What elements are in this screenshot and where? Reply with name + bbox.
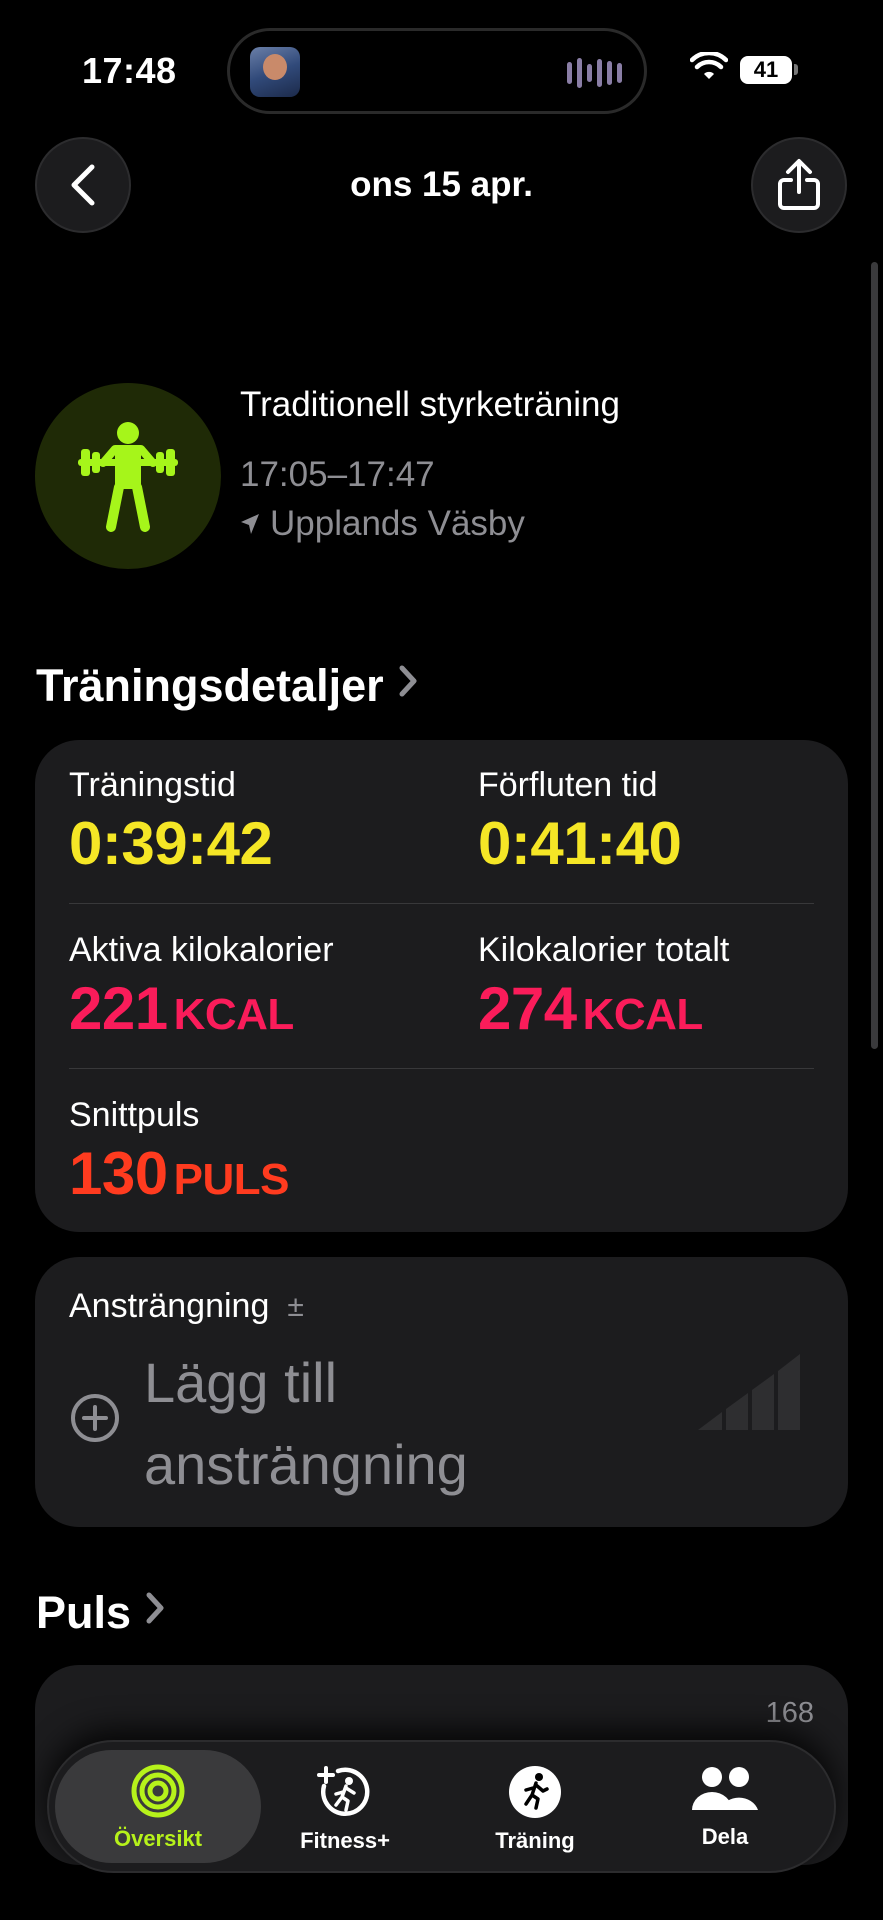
training-details-card[interactable]: Träningstid 0:39:42 Förfluten tid 0:41:4…: [35, 740, 848, 1232]
metric-value: 0:39:42: [69, 810, 273, 877]
metric-label: Snittpuls: [69, 1096, 200, 1134]
pulse-axis-max: 168: [765, 1697, 814, 1729]
pulse-header[interactable]: Puls: [36, 1587, 165, 1639]
metric-value: 274: [478, 975, 577, 1042]
tab-fitness-plus[interactable]: Fitness+: [245, 1750, 445, 1863]
tab-bar: Översikt Fitness+ Träning Dela: [47, 1740, 836, 1873]
running-icon: [509, 1766, 561, 1818]
tab-label: Träning: [495, 1828, 575, 1853]
effort-label: Ansträngning ±: [69, 1287, 304, 1326]
wifi-icon: [689, 50, 729, 87]
metric-avg-heart-rate: Snittpuls 130 PULS: [69, 1096, 289, 1208]
location-text: Upplands Väsby: [270, 504, 525, 543]
chevron-right-icon: [145, 1591, 165, 1635]
metric-elapsed-time: Förfluten tid 0:41:40: [478, 766, 682, 878]
metric-value-row: 130 PULS: [69, 1139, 289, 1208]
metric-value: 130: [69, 1140, 168, 1207]
plus-minus-icon: ±: [287, 1289, 304, 1323]
battery-tip: [794, 64, 798, 75]
share-icon: [778, 159, 820, 210]
metric-label: Kilokalorier totalt: [478, 931, 730, 969]
training-details-header[interactable]: Träningsdetaljer: [36, 660, 418, 712]
workout-time-range: 17:05–17:47: [240, 455, 435, 494]
metric-training-time: Träningstid 0:39:42: [69, 766, 273, 878]
audio-waveform-icon: [567, 57, 622, 89]
metric-unit: PULS: [173, 1155, 290, 1204]
chevron-right-icon: [398, 664, 418, 708]
section-title-text: Träningsdetaljer: [36, 660, 384, 711]
share-button[interactable]: [751, 137, 847, 233]
workout-location: Upplands Väsby: [240, 504, 525, 544]
metric-label: Träningstid: [69, 766, 236, 804]
location-arrow-icon: [241, 514, 259, 534]
metric-value: 221: [69, 975, 168, 1042]
tab-label: Dela: [701, 1824, 749, 1849]
add-effort-line1: Lägg till: [144, 1351, 338, 1414]
divider: [69, 903, 814, 904]
now-playing-artwork: [250, 47, 300, 97]
battery-indicator: 41: [740, 56, 792, 84]
divider: [69, 1068, 814, 1069]
metric-value-row: 274 KCAL: [478, 974, 729, 1043]
people-icon: [692, 1767, 758, 1810]
fitness-plus-icon: [317, 1766, 370, 1816]
metric-value-row: 221 KCAL: [69, 974, 334, 1043]
add-effort-line2: ansträngning: [144, 1433, 468, 1496]
strength-training-icon: [35, 383, 221, 569]
section-title-text: Puls: [36, 1587, 132, 1638]
effort-level-bars-icon: [698, 1350, 804, 1435]
metric-label: Aktiva kilokalorier: [69, 931, 334, 969]
workout-name: Traditionell styrketräning: [240, 385, 620, 424]
metric-total-kcal: Kilokalorier totalt 274 KCAL: [478, 931, 729, 1043]
status-time: 17:48: [82, 50, 177, 91]
scrollbar[interactable]: [871, 262, 878, 1049]
effort-card[interactable]: Ansträngning ± Lägg till ansträngning: [35, 1257, 848, 1527]
add-effort-icon[interactable]: [69, 1392, 121, 1449]
tab-workout[interactable]: Träning: [435, 1750, 635, 1863]
metric-unit: KCAL: [173, 990, 295, 1039]
tab-share[interactable]: Dela: [625, 1750, 825, 1863]
rings-icon: [131, 1764, 185, 1818]
metric-value: 0:41:40: [478, 810, 682, 877]
dynamic-island[interactable]: [227, 28, 647, 114]
tab-overview[interactable]: Översikt: [55, 1750, 261, 1863]
metric-unit: KCAL: [582, 990, 704, 1039]
metric-active-kcal: Aktiva kilokalorier 221 KCAL: [69, 931, 334, 1043]
metric-label: Förfluten tid: [478, 766, 658, 804]
tab-label: Översikt: [113, 1826, 203, 1851]
effort-label-text: Ansträngning: [69, 1287, 270, 1325]
add-effort-button[interactable]: Lägg till ansträngning: [144, 1342, 468, 1506]
tab-label: Fitness+: [300, 1828, 390, 1853]
